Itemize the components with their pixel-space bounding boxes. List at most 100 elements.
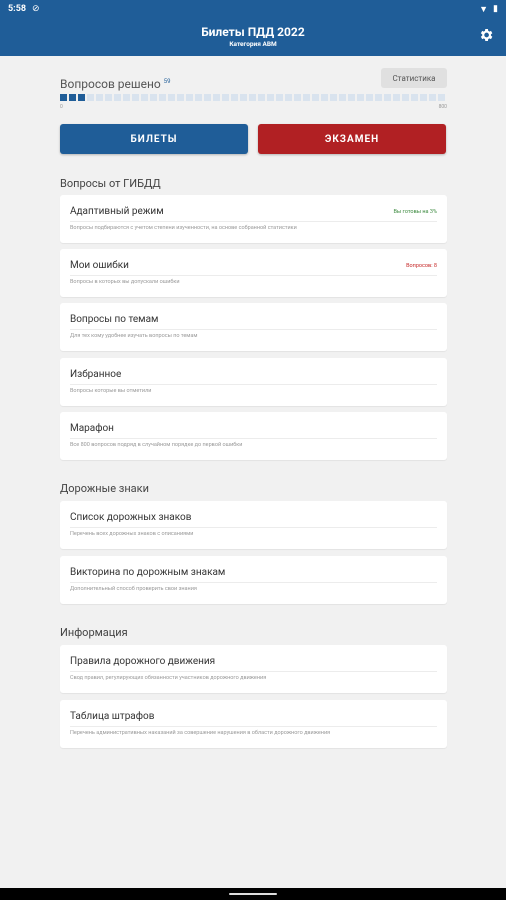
progress-cell	[168, 94, 175, 101]
progress-cell	[285, 94, 292, 101]
progress-cell	[312, 94, 319, 101]
card-title: Правила дорожного движения	[70, 656, 216, 667]
progress-cell	[411, 94, 418, 101]
progress-cell	[249, 94, 256, 101]
progress-cell	[78, 94, 85, 101]
progress-cell	[186, 94, 193, 101]
card-marathon[interactable]: Марафон Все 800 вопросов подряд в случай…	[60, 412, 447, 460]
progress-cell	[375, 94, 382, 101]
status-time: 5:58	[8, 4, 27, 14]
progress-cell	[348, 94, 355, 101]
wifi-icon: ▼	[479, 4, 489, 15]
progress-cell	[276, 94, 283, 101]
section-title-info: Информация	[60, 626, 128, 639]
progress-cell	[150, 94, 157, 101]
progress-cell	[96, 94, 103, 101]
card-road-signs-list[interactable]: Список дорожных знаков Перечень всех дор…	[60, 501, 447, 549]
progress-cell	[303, 94, 310, 101]
progress-cell	[123, 94, 130, 101]
progress-cell	[294, 94, 301, 101]
card-favorites[interactable]: Избранное Вопросы которые вы отметили	[60, 358, 447, 406]
card-description: Вопросы которые вы отметили	[70, 388, 152, 394]
card-title: Избранное	[70, 369, 122, 380]
card-traffic-rules[interactable]: Правила дорожного движения Свод правил, …	[60, 645, 447, 693]
settings-gear-icon[interactable]	[478, 27, 494, 43]
card-divider	[70, 275, 437, 276]
progress-label: Вопросов решено 59	[60, 77, 170, 91]
card-description: Вопросы подбираются с учетом степени изу…	[70, 225, 297, 231]
progress-cell	[384, 94, 391, 101]
tickets-button[interactable]: БИЛЕТЫ	[60, 124, 248, 154]
card-divider	[70, 384, 437, 385]
app-title: Билеты ПДД 2022	[201, 25, 305, 39]
progress-cell	[105, 94, 112, 101]
card-adaptive-mode[interactable]: Адаптивный режим Вы готовы на 3% Вопросы…	[60, 195, 447, 243]
card-title: Таблица штрафов	[70, 711, 155, 722]
card-description: Все 800 вопросов подряд в случайном поря…	[70, 442, 243, 448]
progress-cell	[231, 94, 238, 101]
card-description: Перечень административных наказаний за с…	[70, 730, 331, 736]
progress-cell	[420, 94, 427, 101]
progress-cell	[429, 94, 436, 101]
progress-cell	[339, 94, 346, 101]
status-icons: ▼ ▮	[479, 4, 498, 15]
section-title-gibdd: Вопросы от ГИБДД	[60, 177, 161, 190]
progress-cell	[132, 94, 139, 101]
card-divider	[70, 527, 437, 528]
card-questions-by-topic[interactable]: Вопросы по темам Для тех кому удобнее из…	[60, 303, 447, 351]
card-divider	[70, 329, 437, 330]
card-divider	[70, 726, 437, 727]
status-bar: 5:58 ⊘ ▼ ▮	[0, 0, 506, 18]
progress-cell	[402, 94, 409, 101]
progress-cell	[438, 94, 445, 101]
progress-cell	[222, 94, 229, 101]
card-divider	[70, 671, 437, 672]
card-title: Мои ошибки	[70, 260, 129, 271]
card-description: Свод правил, регулирующих обязанности уч…	[70, 675, 267, 681]
card-divider	[70, 582, 437, 583]
nav-gesture-handle[interactable]	[229, 893, 277, 895]
progress-cell	[267, 94, 274, 101]
card-description: Дополнительный способ проверить свои зна…	[70, 586, 197, 592]
card-title: Список дорожных знаков	[70, 512, 192, 523]
card-title: Адаптивный режим	[70, 206, 164, 217]
progress-cell	[321, 94, 328, 101]
card-description: Вопросы в которых вы допускали ошибки	[70, 279, 180, 285]
progress-cell	[114, 94, 121, 101]
card-title: Марафон	[70, 423, 114, 434]
card-my-mistakes[interactable]: Мои ошибки Вопросов: 8 Вопросы в которых…	[60, 249, 447, 297]
card-divider	[70, 438, 437, 439]
card-title: Викторина по дорожным знакам	[70, 567, 226, 578]
progress-max: 800	[438, 104, 447, 110]
statistics-button[interactable]: Статистика	[381, 68, 447, 88]
progress-cell	[366, 94, 373, 101]
progress-cell	[240, 94, 247, 101]
progress-cell	[213, 94, 220, 101]
progress-cell	[177, 94, 184, 101]
progress-cell	[393, 94, 400, 101]
progress-label-text: Вопросов решено	[60, 77, 161, 91]
exam-button[interactable]: ЭКЗАМЕН	[258, 124, 446, 154]
card-title: Вопросы по темам	[70, 314, 159, 325]
progress-min: 0	[60, 104, 63, 110]
progress-cell	[204, 94, 211, 101]
card-fines-table[interactable]: Таблица штрафов Перечень административны…	[60, 700, 447, 748]
card-description: Перечень всех дорожных знаков с описания…	[70, 531, 194, 537]
battery-icon: ▮	[493, 4, 498, 14]
progress-cell	[159, 94, 166, 101]
progress-solved-count: 59	[163, 78, 171, 85]
progress-cell	[258, 94, 265, 101]
progress-cell	[357, 94, 364, 101]
card-divider	[70, 221, 437, 222]
progress-cell	[87, 94, 94, 101]
progress-cell	[141, 94, 148, 101]
progress-cell	[330, 94, 337, 101]
vpn-icon: ⊘	[32, 4, 40, 14]
progress-cell	[69, 94, 76, 101]
system-nav-bar	[0, 888, 506, 900]
app-subtitle: Категория ABM	[229, 40, 277, 48]
app-bar: Билеты ПДД 2022 Категория ABM	[0, 18, 506, 56]
card-description: Для тех кому удобнее изучать вопросы по …	[70, 333, 198, 339]
card-road-signs-quiz[interactable]: Викторина по дорожным знакам Дополнитель…	[60, 556, 447, 604]
readiness-badge: Вы готовы на 3%	[393, 209, 438, 215]
